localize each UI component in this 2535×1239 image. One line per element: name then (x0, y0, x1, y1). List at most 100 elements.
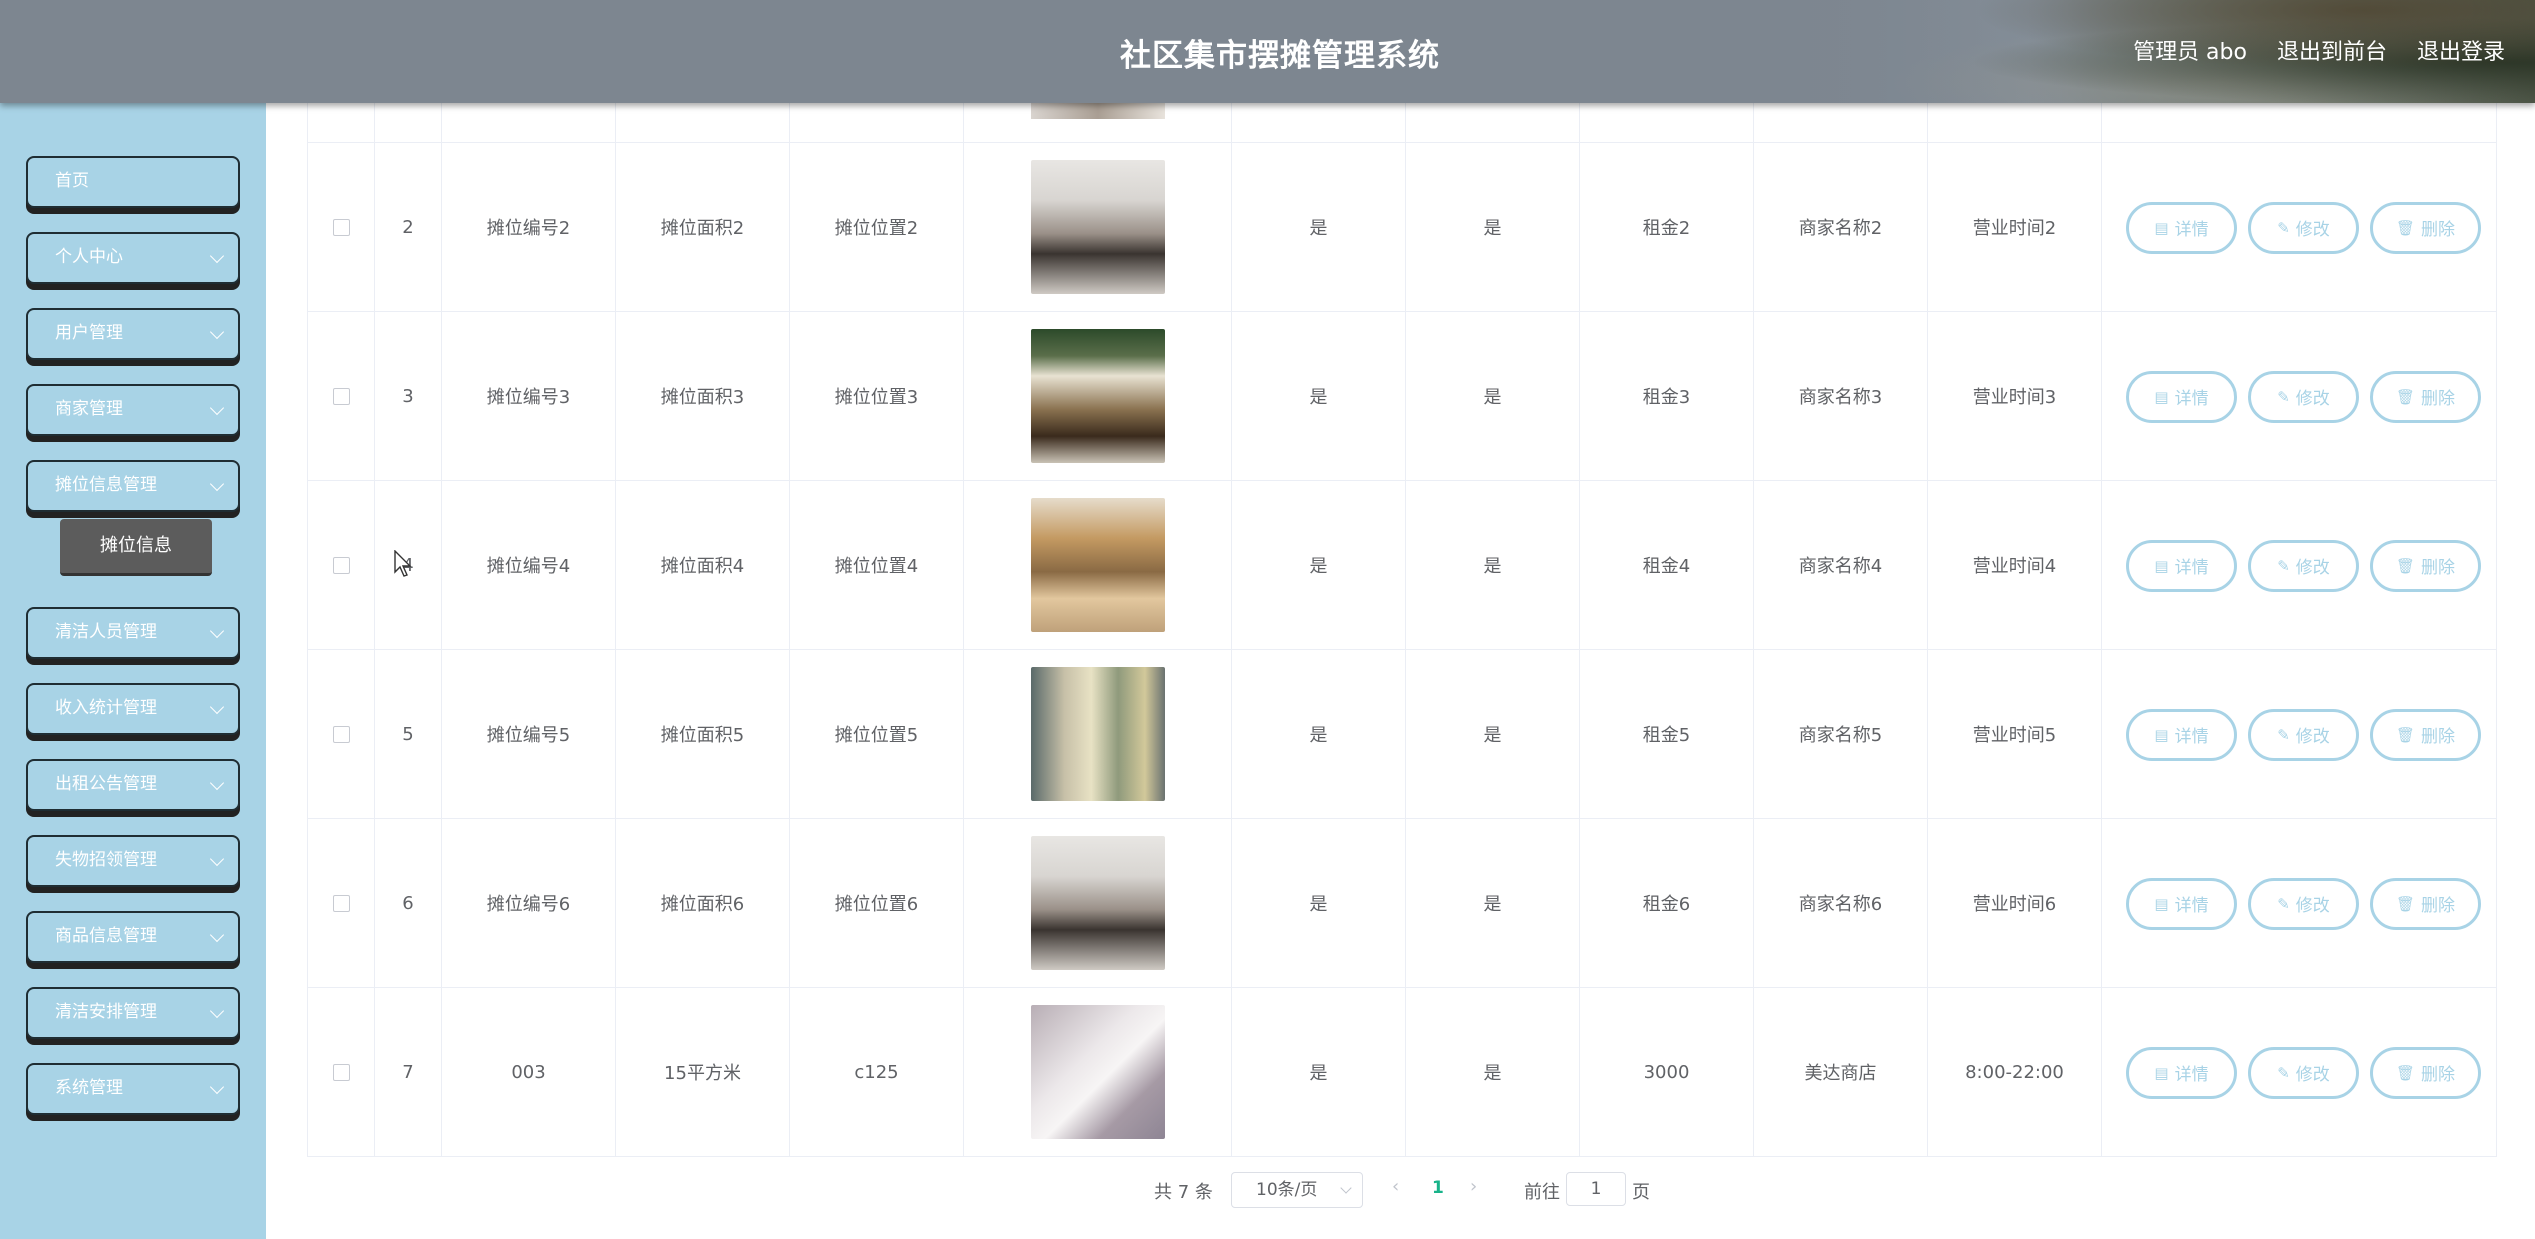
table-cell: 是 (1232, 819, 1406, 987)
sidebar-item-rental-notice[interactable]: 出租公告管理 (26, 759, 240, 811)
row-checkbox[interactable] (332, 894, 350, 912)
edit-icon: ✎ (2277, 556, 2290, 575)
detail-button-label: 详情 (2174, 896, 2209, 916)
table-cell (964, 143, 1232, 311)
stall-number: 摊位编号6 (486, 894, 571, 915)
table-cell: ▤ 详情 ✎ 修改 🗑 删除 (2102, 481, 2498, 649)
table-cell: 摊位编号6 (442, 819, 616, 987)
sidebar-item-home[interactable]: 首页 (26, 156, 240, 208)
detail-button-label: 详情 (2174, 1065, 2209, 1085)
sidebar-item-cleaner-management[interactable]: 清洁人员管理 (26, 607, 240, 659)
stall-location: 摊位位置4 (834, 556, 919, 577)
chevron-down-icon (209, 851, 225, 867)
detail-button[interactable]: ▤ 详情 (2126, 708, 2237, 761)
detail-button[interactable]: ▤ 详情 (2126, 370, 2237, 423)
sidebar-item-cleaning-schedule[interactable]: 清洁安排管理 (26, 987, 240, 1039)
sidebar-item-merchant-management[interactable]: 商家管理 (26, 384, 240, 436)
delete-button-label: 删除 (2421, 896, 2456, 916)
table-cell: 是 (1232, 988, 1406, 1156)
table-cell: 是 (1406, 650, 1580, 818)
pagination: 共 7 条 10条/页 ‹ 1 › 前往 1 页 (0, 1170, 2535, 1210)
sidebar-item-income-stats[interactable]: 收入统计管理 (26, 683, 240, 735)
table-cell: 摊位面积4 (616, 481, 790, 649)
table-cell: 商家名称5 (1754, 650, 1928, 818)
edit-icon: ✎ (2277, 387, 2290, 406)
table-cell: 是 (1406, 143, 1580, 311)
chevron-down-icon (1340, 1182, 1352, 1194)
stall-area: 摊位面积4 (660, 556, 745, 577)
sidebar-item-system-management[interactable]: 系统管理 (26, 1063, 240, 1115)
row-checkbox[interactable] (332, 725, 350, 743)
admin-user-label[interactable]: 管理员 abo (2133, 34, 2247, 66)
delete-button[interactable]: 🗑 删除 (2370, 877, 2481, 930)
page-size-select[interactable]: 10条/页 (1231, 1172, 1363, 1208)
document-icon: ▤ (2154, 894, 2169, 913)
delete-button[interactable]: 🗑 删除 (2370, 708, 2481, 761)
sidebar-item-label: 出租公告管理 (55, 774, 157, 794)
row-actions: ▤ 详情 ✎ 修改 🗑 删除 (2102, 819, 2498, 987)
logout-link[interactable]: 退出登录 (2417, 34, 2505, 66)
status-yes-1: 是 (1309, 556, 1328, 577)
table-cell: ▤ 详情 ✎ 修改 🗑 删除 (2102, 819, 2498, 987)
stall-location: c125 (854, 1061, 899, 1083)
document-icon: ▤ (2154, 725, 2169, 744)
row-checkbox[interactable] (332, 1063, 350, 1081)
edit-button[interactable]: ✎ 修改 (2248, 201, 2359, 254)
table-cell (308, 819, 375, 987)
edit-button[interactable]: ✎ 修改 (2248, 1046, 2359, 1099)
detail-button[interactable]: ▤ 详情 (2126, 1046, 2237, 1099)
business-hours: 营业时间4 (1972, 556, 2057, 577)
table-cell (964, 988, 1232, 1156)
sidebar-item-product-management[interactable]: 商品信息管理 (26, 911, 240, 963)
sidebar-item-personal-center[interactable]: 个人中心 (26, 232, 240, 284)
delete-button[interactable]: 🗑 删除 (2370, 1046, 2481, 1099)
table-cell: ▤ 详情 ✎ 修改 🗑 删除 (2102, 312, 2498, 480)
table-cell: 摊位编号3 (442, 312, 616, 480)
sidebar-subitem-stall-info[interactable]: 摊位信息 (60, 519, 212, 576)
edit-button-label: 修改 (2295, 389, 2330, 409)
table-cell: 是 (1406, 312, 1580, 480)
detail-button-label: 详情 (2174, 558, 2209, 578)
row-checkbox[interactable] (332, 218, 350, 236)
stall-location: 摊位位置6 (834, 894, 919, 915)
back-to-front-link[interactable]: 退出到前台 (2277, 34, 2387, 66)
edit-button[interactable]: ✎ 修改 (2248, 877, 2359, 930)
table-cell: 7 (375, 988, 442, 1156)
detail-button[interactable]: ▤ 详情 (2126, 877, 2237, 930)
document-icon: ▤ (2154, 218, 2169, 237)
delete-button[interactable]: 🗑 删除 (2370, 539, 2481, 592)
table-cell: 摊位位置4 (790, 481, 964, 649)
sidebar-item-lost-found[interactable]: 失物招领管理 (26, 835, 240, 887)
detail-button[interactable]: ▤ 详情 (2126, 539, 2237, 592)
table-cell: 营业时间4 (1928, 481, 2102, 649)
row-checkbox[interactable] (332, 387, 350, 405)
chevron-down-icon (209, 699, 225, 715)
delete-button[interactable]: 🗑 删除 (2370, 201, 2481, 254)
detail-button[interactable]: ▤ 详情 (2126, 201, 2237, 254)
table-cell: 摊位位置5 (790, 650, 964, 818)
edit-button[interactable]: ✎ 修改 (2248, 539, 2359, 592)
row-index: 3 (402, 385, 414, 407)
row-index: 2 (402, 216, 414, 238)
next-page-button[interactable]: › (1470, 1176, 1477, 1197)
rent-value: 租金6 (1642, 894, 1691, 915)
prev-page-button[interactable]: ‹ (1392, 1176, 1399, 1197)
edit-button[interactable]: ✎ 修改 (2248, 370, 2359, 423)
table-cell: 003 (442, 988, 616, 1156)
table-cell: 租金2 (1580, 143, 1754, 311)
trash-icon: 🗑 (2395, 556, 2416, 575)
sidebar-item-stall-management[interactable]: 摊位信息管理 (26, 460, 240, 512)
table-cell: 15平方米 (616, 988, 790, 1156)
rent-value: 租金5 (1642, 725, 1691, 746)
table-cell (964, 819, 1232, 987)
sidebar-item-user-management[interactable]: 用户管理 (26, 308, 240, 360)
merchant-name: 商家名称4 (1798, 556, 1883, 577)
row-checkbox[interactable] (332, 556, 350, 574)
delete-button[interactable]: 🗑 删除 (2370, 370, 2481, 423)
edit-button[interactable]: ✎ 修改 (2248, 708, 2359, 761)
page-number-current[interactable]: 1 (1432, 1178, 1444, 1198)
table-cell: 是 (1406, 481, 1580, 649)
goto-page-input[interactable]: 1 (1566, 1172, 1626, 1206)
merchant-name: 商家名称2 (1798, 218, 1883, 239)
table-cell: 摊位编号2 (442, 143, 616, 311)
